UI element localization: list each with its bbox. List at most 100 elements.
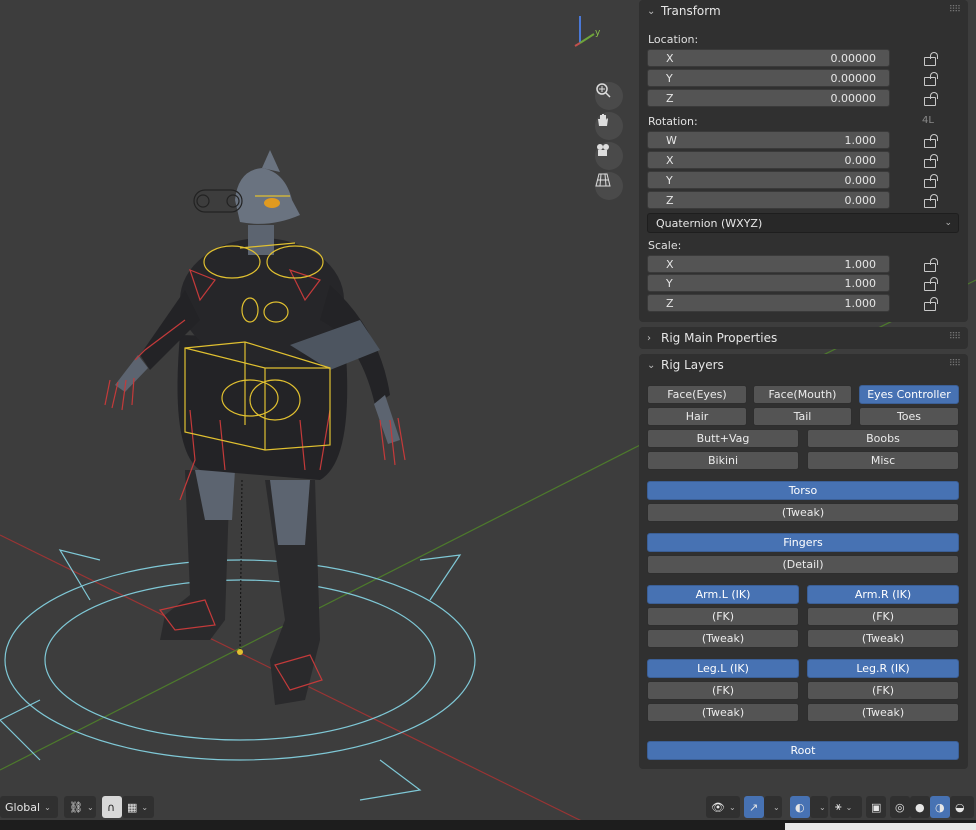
tail-button[interactable]: Tail	[753, 407, 852, 426]
scale-z-field[interactable]: Z 1.000	[647, 294, 890, 312]
torso-button[interactable]: Torso	[647, 481, 959, 500]
wireframe-sphere-icon: ◎	[895, 800, 905, 814]
scale-y-field[interactable]: Y 1.000	[647, 274, 890, 292]
transform-panel: ⌄ Transform ⠿⠿ Location: X 0.00000 Y 0.000…	[639, 0, 968, 322]
arm-r-tweak-button[interactable]: (Tweak)	[807, 629, 959, 648]
rotation-z-field[interactable]: Z 0.000	[647, 191, 890, 209]
hand-pan-icon[interactable]	[595, 112, 623, 140]
lock-icon[interactable]	[922, 133, 936, 148]
solid-shading-button[interactable]: ●	[910, 796, 930, 818]
sidebar-panel: ⌄ Transform ⠿⠿ Location: X 0.00000 Y 0.000…	[639, 0, 968, 770]
rendered-shading-button[interactable]: ◒	[950, 796, 974, 818]
scale-label: Scale:	[648, 239, 682, 252]
lock-icon[interactable]	[922, 91, 936, 106]
rotation-mode-select[interactable]: Quaternion (WXYZ) ⌄	[647, 213, 959, 233]
camera-view-icon[interactable]	[595, 142, 623, 170]
gizmo-dropdown[interactable]: ⌄	[764, 796, 782, 818]
arm-l-fk-button[interactable]: (FK)	[647, 607, 799, 626]
snap-toggle[interactable]: ∩	[102, 796, 122, 818]
leg-l-fk-button[interactable]: (FK)	[647, 681, 799, 700]
chevron-down-icon: ⌄	[819, 802, 826, 812]
snap-target-select[interactable]: ▦ ⌄	[122, 796, 154, 818]
chevron-right-icon: ›	[647, 332, 651, 344]
gizmo-toggle[interactable]: ↗	[744, 796, 764, 818]
rotation-4l-toggle[interactable]: 4L	[922, 115, 934, 126]
leg-r-ik-button[interactable]: Leg.R (IK)	[807, 659, 959, 678]
character-model	[115, 150, 400, 705]
rig-main-properties-header[interactable]: › Rig Main Properties	[639, 327, 968, 349]
location-y-field[interactable]: Y 0.00000	[647, 69, 890, 87]
overlays-dropdown[interactable]: ⌄	[810, 796, 828, 818]
chevron-down-icon: ⌄	[86, 802, 94, 812]
transform-panel-header[interactable]: ⌄ Transform	[639, 0, 968, 22]
eyes-controller-button[interactable]: Eyes Controller	[859, 385, 959, 404]
axis-gizmo[interactable]: y	[572, 8, 612, 48]
arm-l-tweak-button[interactable]: (Tweak)	[647, 629, 799, 648]
lock-icon[interactable]	[922, 193, 936, 208]
wireframe-shading-button[interactable]: ◎	[890, 796, 910, 818]
torso-tweak-button[interactable]: (Tweak)	[647, 503, 959, 522]
fingers-detail-button[interactable]: (Detail)	[647, 555, 959, 574]
scale-x-field[interactable]: X 1.000	[647, 255, 890, 273]
butt-vag-button[interactable]: Butt+Vag	[647, 429, 799, 448]
magnet-icon: ∩	[107, 800, 116, 814]
leg-r-tweak-button[interactable]: (Tweak)	[807, 703, 959, 722]
root-control-shape	[0, 549, 476, 801]
transform-title: Transform	[661, 4, 721, 18]
location-z-field[interactable]: Z 0.00000	[647, 89, 890, 107]
arm-l-ik-button[interactable]: Arm.L (IK)	[647, 585, 799, 604]
arm-r-ik-button[interactable]: Arm.R (IK)	[807, 585, 959, 604]
zoom-icon[interactable]	[595, 82, 623, 110]
lock-icon[interactable]	[922, 296, 936, 311]
rig-layers-header[interactable]: ⌄ Rig Layers	[639, 354, 968, 376]
grid-perspective-icon[interactable]	[595, 172, 623, 200]
material-preview-button[interactable]: ◑	[930, 796, 950, 818]
chevron-down-icon: ⌄	[647, 5, 656, 17]
location-x-field[interactable]: X 0.00000	[647, 49, 890, 67]
misc-button[interactable]: Misc	[807, 451, 959, 470]
rig-main-properties-panel[interactable]: › Rig Main Properties ⠿⠿	[639, 327, 968, 349]
arm-r-fk-button[interactable]: (FK)	[807, 607, 959, 626]
root-button[interactable]: Root	[647, 741, 959, 760]
rendered-sphere-icon: ◒	[955, 800, 965, 814]
drag-grip-icon[interactable]: ⠿⠿	[949, 359, 961, 369]
lock-icon[interactable]	[922, 153, 936, 168]
bone-overlay-select[interactable]: ⚹ ⌄	[830, 796, 862, 818]
toes-button[interactable]: Toes	[859, 407, 959, 426]
rig-main-properties-title: Rig Main Properties	[661, 331, 778, 345]
viewport-header: Global ⌄ ⛓ ⌄ ∩ ▦ ⌄ 👁 ⌄ ↗ ⌄ ◐ ⌄ ⚹ ⌄ ▣ ◎ ● ◑ ◒	[0, 796, 976, 820]
rotation-w-field[interactable]: W 1.000	[647, 131, 890, 149]
xray-icon: ▣	[871, 800, 882, 814]
chevron-down-icon: ⌄	[141, 802, 149, 812]
hair-button[interactable]: Hair	[647, 407, 747, 426]
xray-toggle[interactable]: ▣	[866, 796, 886, 818]
chevron-down-icon: ⌄	[845, 802, 853, 812]
eye-control-shape	[193, 189, 243, 213]
rotation-x-field[interactable]: X 0.000	[647, 151, 890, 169]
leg-r-fk-button[interactable]: (FK)	[807, 681, 959, 700]
face-mouth-button[interactable]: Face(Mouth)	[753, 385, 852, 404]
visibility-select[interactable]: 👁 ⌄	[706, 796, 740, 818]
overlays-toggle[interactable]: ◐	[790, 796, 810, 818]
lock-icon[interactable]	[922, 71, 936, 86]
rig-layers-title: Rig Layers	[661, 358, 724, 372]
leg-l-tweak-button[interactable]: (Tweak)	[647, 703, 799, 722]
chevron-down-icon: ⌄	[44, 802, 51, 812]
pivot-point-select[interactable]: ⛓ ⌄	[64, 796, 96, 818]
lock-icon[interactable]	[922, 276, 936, 291]
orientation-label: Global	[5, 800, 41, 814]
rotation-y-field[interactable]: Y 0.000	[647, 171, 890, 189]
lock-icon[interactable]	[922, 51, 936, 66]
fingers-button[interactable]: Fingers	[647, 533, 959, 552]
lock-icon[interactable]	[922, 257, 936, 272]
drag-grip-icon[interactable]: ⠿⠿	[949, 5, 961, 15]
boobs-button[interactable]: Boobs	[807, 429, 959, 448]
leg-l-ik-button[interactable]: Leg.L (IK)	[647, 659, 799, 678]
lock-icon[interactable]	[922, 173, 936, 188]
transform-orientation-select[interactable]: Global ⌄	[0, 796, 58, 818]
face-eyes-button[interactable]: Face(Eyes)	[647, 385, 747, 404]
eye-icon: 👁	[711, 800, 725, 814]
bikini-button[interactable]: Bikini	[647, 451, 799, 470]
chevron-down-icon: ⌄	[773, 802, 780, 812]
drag-grip-icon[interactable]: ⠿⠿	[949, 332, 961, 342]
